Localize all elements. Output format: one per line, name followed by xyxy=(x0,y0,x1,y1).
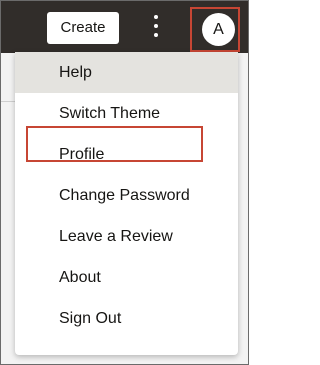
create-button[interactable]: Create xyxy=(47,12,119,44)
change-password-highlight-outline xyxy=(26,126,203,162)
user-menu-dropdown: Help Switch Theme Profile Change Passwor… xyxy=(15,52,238,355)
top-toolbar: Create A xyxy=(1,1,248,53)
menu-item-label: Sign Out xyxy=(59,310,122,327)
more-options-icon[interactable] xyxy=(149,15,163,41)
menu-item-about[interactable]: About xyxy=(15,257,238,298)
app-frame: Create A Help Switch Theme Profile Chang… xyxy=(0,0,249,365)
menu-item-label: Help xyxy=(59,64,92,81)
menu-item-label: Leave a Review xyxy=(59,228,173,245)
menu-item-label: About xyxy=(59,269,101,286)
menu-item-leave-review[interactable]: Leave a Review xyxy=(15,216,238,257)
menu-item-change-password[interactable]: Change Password xyxy=(15,175,238,216)
menu-item-sign-out[interactable]: Sign Out xyxy=(15,298,238,339)
menu-item-label: Switch Theme xyxy=(59,105,161,122)
menu-item-help[interactable]: Help xyxy=(15,52,238,93)
user-avatar-button[interactable]: A xyxy=(202,13,235,46)
menu-item-label: Change Password xyxy=(59,187,190,204)
